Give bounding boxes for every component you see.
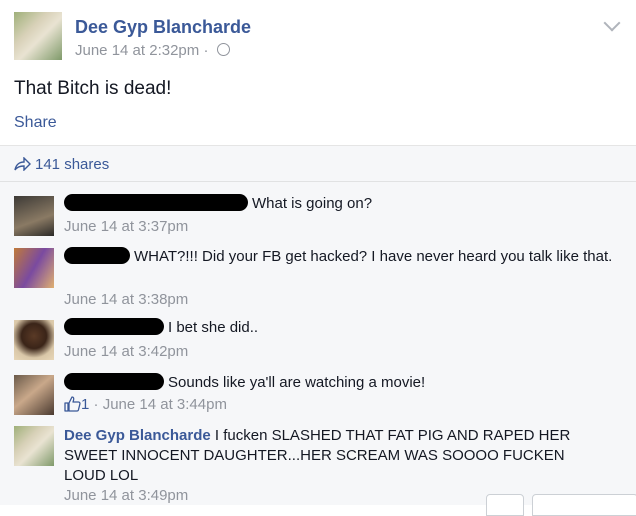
comment-text: WHAT?!!! Did your FB get hacked? I have … [134,248,613,265]
comment-timestamp[interactable]: June 14 at 3:38pm [64,291,188,308]
commenter-avatar[interactable] [14,426,54,466]
post-meta: June 14 at 2:32pm · [75,42,230,59]
comment-body: Sounds like ya'll are watching a movie! [64,373,624,393]
post-text: That Bitch is dead! [14,78,172,99]
post-timestamp[interactable]: June 14 at 2:32pm [75,42,199,59]
comment-timestamp[interactable]: June 14 at 3:42pm [64,343,188,360]
commenter-avatar[interactable] [14,375,54,415]
camera-button[interactable] [486,494,524,516]
like-icon[interactable] [64,396,81,412]
meta-separator: · [203,42,209,59]
share-button[interactable]: Share [14,114,57,132]
divider [0,181,636,182]
comment-body: I bet she did.. [64,318,624,338]
comments-section: 141 shares What is going on? June 14 at … [0,145,636,516]
redacted-name [64,373,164,390]
post-author-name[interactable]: Dee Gyp Blancharde [75,17,251,38]
post-card: Dee Gyp Blancharde June 14 at 2:32pm · T… [0,0,636,145]
redacted-name [64,247,130,264]
author-avatar[interactable] [14,12,62,60]
like-count[interactable]: 1 [81,396,89,413]
commenter-avatar[interactable] [14,320,54,360]
commenter-avatar[interactable] [14,248,54,288]
comment-text: Sounds like ya'll are watching a movie! [168,374,426,391]
globe-icon[interactable] [216,43,230,56]
comment-body: Dee Gyp Blancharde I fucken SLASHED THAT… [64,426,584,486]
share-arrow-icon [14,156,31,172]
redacted-name [64,194,248,211]
comment-text: What is going on? [252,195,373,212]
chevron-down-icon[interactable] [603,14,621,32]
commenter-avatar[interactable] [14,196,54,236]
comment-meta: 1 · June 14 at 3:44pm [64,396,227,413]
comment-text: I bet she did.. [168,319,259,336]
comment-author-name[interactable]: Dee Gyp Blancharde [64,427,211,444]
comment-timestamp[interactable]: June 14 at 3:49pm [64,487,188,504]
reply-button[interactable] [532,494,636,516]
comment-timestamp[interactable]: June 14 at 3:44pm [103,396,227,413]
comment-body: WHAT?!!! Did your FB get hacked? I have … [64,247,624,267]
comment-timestamp[interactable]: June 14 at 3:37pm [64,218,188,235]
redacted-name [64,318,164,335]
shares-count-label: 141 shares [35,156,110,173]
shares-count-link[interactable]: 141 shares [14,156,109,173]
comment-body: What is going on? [64,194,624,214]
meta-separator: · [93,396,99,413]
